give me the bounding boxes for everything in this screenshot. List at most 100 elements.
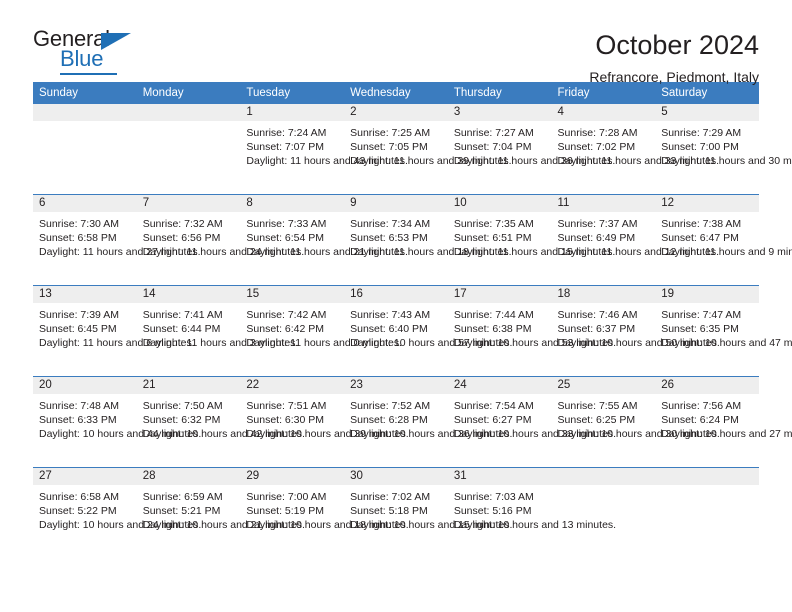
daylight-text: Daylight: 10 hours and 21 minutes.: [142, 519, 305, 532]
daylight-text: Daylight: 11 hours and 18 minutes.: [350, 246, 512, 259]
sunrise-text: Sunrise: 7:48 AM: [39, 400, 119, 412]
sunset-text: Sunset: 6:47 PM: [661, 232, 739, 245]
day-details: Sunrise: 7:32 AM Sunset: 6:56 PM Daylight:…: [137, 212, 305, 260]
day-number: 5: [655, 104, 759, 121]
day-number: 25: [551, 377, 656, 394]
calendar-day-cell[interactable]: 5 Sunrise: 7:29 AM Sunset: 7:00 PM Daylight…: [655, 104, 792, 195]
day-details: Sunrise: 7:30 AM Sunset: 6:58 PM Daylight:…: [33, 212, 200, 260]
sunrise-text: Sunrise: 7:35 AM: [453, 218, 534, 230]
day-details: Sunrise: 6:59 AM Sunset: 5:21 PM Daylight:…: [137, 485, 305, 533]
calendar-day-cell[interactable]: 25 Sunrise: 7:55 AM Sunset: 6:25 PM Dayligh…: [551, 376, 720, 468]
sunrise-text: Sunrise: 7:46 AM: [557, 309, 638, 321]
daylight-text: Daylight: 10 hours and 18 minutes.: [246, 519, 409, 532]
sunset-text: Sunset: 6:58 PM: [39, 232, 117, 245]
calendar-day-cell[interactable]: 14 Sunrise: 7:41 AM Sunset: 6:44 PM Dayligh…: [136, 285, 299, 377]
sunrise-text: Sunrise: 7:33 AM: [246, 218, 327, 230]
general-blue-logo[interactable]: General Blue: [33, 28, 145, 80]
sunrise-text: Sunrise: 7:52 AM: [350, 400, 431, 412]
calendar-day-cell-empty: [33, 104, 137, 195]
day-number: 14: [136, 286, 241, 303]
daylight-text: Daylight: 10 hours and 15 minutes.: [350, 519, 513, 532]
day-details: Sunrise: 7:34 AM Sunset: 6:53 PM Daylight:…: [344, 212, 512, 260]
calendar-day-cell[interactable]: 19 Sunrise: 7:47 AM Sunset: 6:35 PM Dayligh…: [655, 285, 792, 377]
calendar-day-cell[interactable]: 29 Sunrise: 7:00 AM Sunset: 5:19 PM Dayligh…: [240, 467, 409, 558]
triangle-icon: [101, 33, 131, 50]
page-header: General Blue October 2024 Refrancore, Pi…: [33, 0, 759, 86]
weekday-header-row: Sunday Monday Tuesday Wednesday Thursday…: [33, 82, 759, 104]
calendar-day-cell[interactable]: 20 Sunrise: 7:48 AM Sunset: 6:33 PM Dayligh…: [33, 376, 201, 468]
daylight-text: Daylight: 11 hours and 6 minutes.: [39, 337, 195, 350]
day-number: 6: [33, 195, 137, 212]
calendar-day-cell[interactable]: 3 Sunrise: 7:27 AM Sunset: 7:04 PM Daylight…: [447, 104, 615, 195]
calendar-day-cell[interactable]: 17 Sunrise: 7:44 AM Sunset: 6:38 PM Dayligh…: [447, 285, 617, 377]
daylight-text: Daylight: 11 hours and 33 minutes.: [557, 155, 719, 168]
calendar-day-cell[interactable]: 6 Sunrise: 7:30 AM Sunset: 6:58 PM Daylight…: [33, 194, 200, 286]
sunset-text: Sunset: 6:37 PM: [557, 323, 636, 336]
logo-underline: [60, 73, 117, 75]
calendar-day-cell[interactable]: 7 Sunrise: 7:32 AM Sunset: 6:56 PM Daylight…: [136, 194, 305, 286]
day-number: [655, 468, 759, 485]
calendar-day-cell[interactable]: 10 Sunrise: 7:35 AM Sunset: 6:51 PM Dayligh…: [447, 194, 616, 286]
sunrise-text: Sunrise: 7:47 AM: [661, 309, 742, 321]
calendar-day-cell[interactable]: 24 Sunrise: 7:54 AM Sunset: 6:27 PM Dayligh…: [447, 376, 616, 468]
sunrise-text: Sunrise: 7:54 AM: [453, 400, 534, 412]
calendar-day-cell[interactable]: 2 Sunrise: 7:25 AM Sunset: 7:05 PM Daylight…: [344, 104, 512, 195]
calendar-page: General Blue October 2024 Refrancore, Pi…: [0, 0, 792, 612]
calendar-day-cell[interactable]: 28 Sunrise: 6:59 AM Sunset: 5:21 PM Dayligh…: [136, 467, 305, 558]
calendar-day-cell[interactable]: 26 Sunrise: 7:56 AM Sunset: 6:24 PM Dayligh…: [655, 376, 792, 468]
sunrise-text: Sunrise: 7:39 AM: [39, 309, 119, 321]
day-number: 26: [655, 377, 759, 394]
day-number: 23: [344, 377, 448, 394]
sunset-text: Sunset: 6:42 PM: [246, 323, 325, 336]
day-details: Sunrise: 7:52 AM Sunset: 6:28 PM Daylight:…: [344, 394, 512, 442]
sunrise-text: Sunrise: 7:29 AM: [661, 127, 742, 139]
day-number: 19: [655, 286, 759, 303]
sunset-text: Sunset: 6:30 PM: [246, 414, 325, 427]
day-details: Sunrise: 7:41 AM Sunset: 6:44 PM Daylight:…: [137, 303, 299, 351]
day-details: Sunrise: 7:42 AM Sunset: 6:42 PM Daylight:…: [240, 303, 402, 351]
sunset-text: Sunset: 5:21 PM: [142, 505, 221, 518]
day-details: Sunrise: 7:35 AM Sunset: 6:51 PM Daylight:…: [448, 212, 616, 260]
daylight-text: Daylight: 11 hours and 15 minutes.: [453, 246, 616, 259]
calendar-day-cell[interactable]: 21 Sunrise: 7:50 AM Sunset: 6:32 PM Dayligh…: [136, 376, 305, 468]
calendar-day-cell[interactable]: 15 Sunrise: 7:42 AM Sunset: 6:42 PM Dayligh…: [240, 285, 402, 377]
day-number: 3: [447, 104, 552, 121]
sunset-text: Sunset: 6:24 PM: [661, 414, 739, 427]
calendar-day-cell[interactable]: 22 Sunrise: 7:51 AM Sunset: 6:30 PM Dayligh…: [240, 376, 409, 468]
calendar-day-cell[interactable]: 4 Sunrise: 7:28 AM Sunset: 7:02 PM Daylight…: [551, 104, 719, 195]
weekday-header-tuesday: Tuesday: [240, 82, 345, 104]
daylight-text: Daylight: 10 hours and 57 minutes.: [350, 337, 513, 350]
day-number: 21: [136, 377, 241, 394]
sunset-text: Sunset: 7:04 PM: [453, 141, 532, 154]
calendar-day-cell[interactable]: 1 Sunrise: 7:24 AM Sunset: 7:07 PM Daylight…: [240, 104, 408, 195]
calendar-day-cell[interactable]: 31 Sunrise: 7:03 AM Sunset: 5:16 PM Dayligh…: [447, 467, 616, 558]
calendar-day-cell[interactable]: 18 Sunrise: 7:46 AM Sunset: 6:37 PM Dayligh…: [551, 285, 720, 377]
calendar-day-cell[interactable]: 9 Sunrise: 7:34 AM Sunset: 6:53 PM Daylight…: [344, 194, 512, 286]
daylight-text: Daylight: 10 hours and 42 minutes.: [142, 428, 305, 441]
calendar-day-cell[interactable]: 16 Sunrise: 7:43 AM Sunset: 6:40 PM Dayligh…: [344, 285, 513, 377]
calendar-body: 1 Sunrise: 7:24 AM Sunset: 7:07 PM Daylight…: [33, 104, 792, 558]
calendar-day-cell[interactable]: 27 Sunrise: 6:58 AM Sunset: 5:22 PM Dayligh…: [33, 467, 201, 558]
day-number: 17: [447, 286, 552, 303]
daylight-text: Daylight: 11 hours and 43 minutes.: [246, 155, 408, 168]
sunrise-sunset-calendar: Sunday Monday Tuesday Wednesday Thursday…: [33, 82, 792, 558]
calendar-day-cell[interactable]: 8 Sunrise: 7:33 AM Sunset: 6:54 PM Daylight…: [240, 194, 408, 286]
calendar-day-cell[interactable]: 23 Sunrise: 7:52 AM Sunset: 6:28 PM Dayligh…: [344, 376, 512, 468]
sunrise-text: Sunrise: 6:59 AM: [142, 491, 223, 503]
calendar-day-cell[interactable]: 11 Sunrise: 7:37 AM Sunset: 6:49 PM Dayligh…: [551, 194, 719, 286]
daylight-text: Daylight: 11 hours and 21 minutes.: [246, 246, 408, 259]
sunset-text: Sunset: 6:53 PM: [350, 232, 428, 245]
daylight-text: Daylight: 11 hours and 24 minutes.: [142, 246, 305, 259]
sunset-text: Sunset: 6:56 PM: [142, 232, 221, 245]
title-block: October 2024 Refrancore, Piedmont, Italy: [589, 28, 759, 85]
day-number: [33, 104, 137, 121]
calendar-day-cell[interactable]: 30 Sunrise: 7:02 AM Sunset: 5:18 PM Dayligh…: [344, 467, 513, 558]
sunset-text: Sunset: 5:16 PM: [453, 505, 532, 518]
calendar-day-cell[interactable]: 13 Sunrise: 7:39 AM Sunset: 6:45 PM Dayligh…: [33, 285, 195, 377]
day-details: Sunrise: 7:33 AM Sunset: 6:54 PM Daylight:…: [240, 212, 408, 260]
day-details: Sunrise: 7:54 AM Sunset: 6:27 PM Daylight:…: [448, 394, 616, 442]
calendar-day-cell[interactable]: 12 Sunrise: 7:38 AM Sunset: 6:47 PM Dayligh…: [655, 194, 792, 286]
daylight-text: Daylight: 10 hours and 53 minutes.: [453, 337, 617, 350]
day-number: 29: [240, 468, 345, 485]
day-details: Sunrise: 7:24 AM Sunset: 7:07 PM Daylight:…: [240, 121, 408, 169]
